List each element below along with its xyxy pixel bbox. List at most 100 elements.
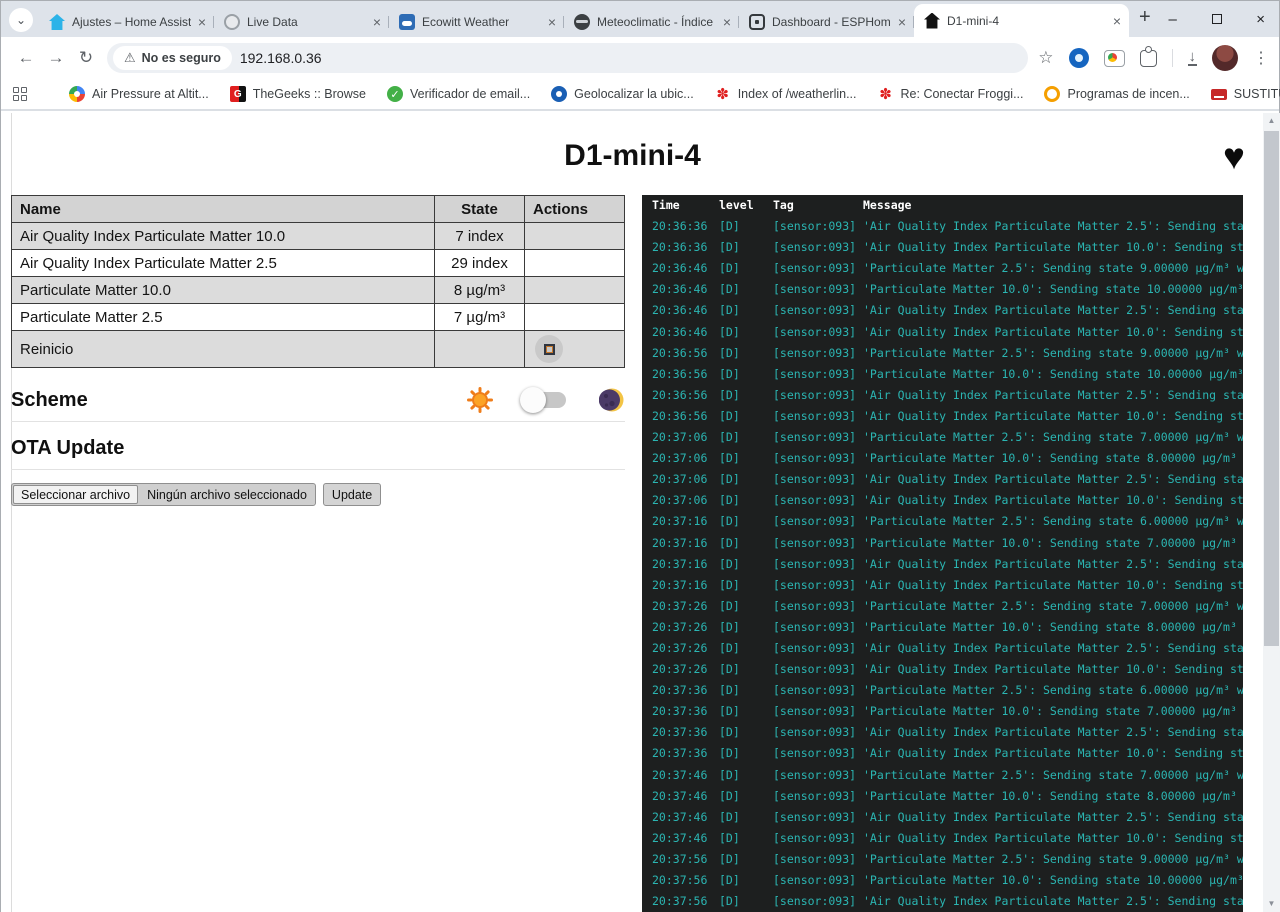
- minimize-button[interactable]: –: [1151, 1, 1195, 37]
- tab-close-icon[interactable]: ×: [373, 15, 381, 29]
- log-level: [D]: [719, 237, 773, 258]
- log-level: [D]: [719, 554, 773, 575]
- scheme-toggle[interactable]: [526, 392, 566, 408]
- bookmark-item[interactable]: SUSTITUCIÓN MOT...: [1211, 87, 1280, 101]
- browser-menu-icon[interactable]: ⋮: [1253, 48, 1269, 68]
- bookmark-item[interactable]: TheGeeks :: Browse: [230, 86, 366, 102]
- log-message: 'Particulate Matter 2.5': Sending state …: [863, 511, 1243, 532]
- log-tag: [sensor:093]: [773, 575, 863, 596]
- light-scheme-sun-icon[interactable]: [467, 387, 493, 413]
- log-time: 20:37:06: [652, 448, 719, 469]
- log-level: [D]: [719, 533, 773, 554]
- choose-file-button[interactable]: Seleccionar archivo: [13, 485, 138, 504]
- log-tag: [sensor:093]: [773, 364, 863, 385]
- back-button[interactable]: ←: [11, 48, 41, 68]
- log-time: 20:37:46: [652, 807, 719, 828]
- tab-favicon: [224, 14, 240, 30]
- page-scrollbar[interactable]: ▲ ▼: [1263, 113, 1280, 912]
- log-tag: [sensor:093]: [773, 533, 863, 554]
- tab-strip: ⌄ Ajustes – Home Assist × Live Data × Ec…: [1, 1, 1279, 37]
- log-row: 20:36:56 [D] [sensor:093] 'Particulate M…: [642, 343, 1243, 364]
- log-message: 'Particulate Matter 2.5': Sending state …: [863, 427, 1243, 448]
- log-row: 20:37:36 [D] [sensor:093] 'Air Quality I…: [642, 722, 1243, 743]
- tab-title: Ajustes – Home Assist: [72, 15, 191, 29]
- maximize-button[interactable]: [1195, 1, 1239, 37]
- tab-close-icon[interactable]: ×: [723, 15, 731, 29]
- reload-button[interactable]: ↻: [71, 48, 101, 68]
- address-bar[interactable]: ⚠ No es seguro 192.168.0.36: [107, 43, 1028, 73]
- log-level: [D]: [719, 406, 773, 427]
- bookmark-item[interactable]: Programas de incen...: [1044, 86, 1189, 102]
- scrollbar-up-arrow[interactable]: ▲: [1263, 113, 1280, 129]
- extensions-puzzle-icon[interactable]: [1140, 50, 1157, 67]
- apps-grid-icon[interactable]: [13, 87, 27, 101]
- log-row: 20:37:06 [D] [sensor:093] 'Air Quality I…: [642, 469, 1243, 490]
- log-row: 20:36:46 [D] [sensor:093] 'Air Quality I…: [642, 300, 1243, 321]
- log-console[interactable]: Time level Tag Message 20:36:36 [D] [sen…: [642, 195, 1243, 912]
- new-tab-button[interactable]: +: [1139, 6, 1151, 29]
- scheme-toggle-knob[interactable]: [520, 387, 546, 413]
- log-tag: [sensor:093]: [773, 237, 863, 258]
- bookmark-item[interactable]: Verificador de email...: [387, 86, 530, 102]
- log-message: 'Air Quality Index Particulate Matter 2.…: [863, 469, 1243, 490]
- log-message: 'Air Quality Index Particulate Matter 10…: [863, 659, 1243, 680]
- log-tag: [sensor:093]: [773, 322, 863, 343]
- bookmark-item[interactable]: Index of /weatherlin...: [715, 86, 857, 102]
- forward-button[interactable]: →: [41, 48, 71, 68]
- tab-search-button[interactable]: ⌄: [9, 8, 33, 32]
- log-tag: [sensor:093]: [773, 511, 863, 532]
- browser-tab[interactable]: D1-mini-4 ×: [914, 4, 1129, 37]
- security-chip[interactable]: ⚠ No es seguro: [113, 46, 232, 70]
- downloads-icon[interactable]: ↓: [1188, 50, 1198, 66]
- bookmark-item[interactable]: Air Pressure at Altit...: [69, 86, 209, 102]
- log-tag: [sensor:093]: [773, 638, 863, 659]
- log-row: 20:36:56 [D] [sensor:093] 'Particulate M…: [642, 364, 1243, 385]
- log-tag: [sensor:093]: [773, 891, 863, 912]
- bookmark-item[interactable]: Geolocalizar la ubic...: [551, 86, 694, 102]
- table-row: Particulate Matter 10.0 8 µg/m³: [12, 277, 625, 304]
- dark-scheme-moon-icon[interactable]: [599, 387, 625, 413]
- log-message: 'Air Quality Index Particulate Matter 10…: [863, 828, 1243, 849]
- tab-close-icon[interactable]: ×: [1113, 14, 1121, 28]
- log-row: 20:37:26 [D] [sensor:093] 'Air Quality I…: [642, 659, 1243, 680]
- log-time: 20:36:36: [652, 216, 719, 237]
- log-message: 'Particulate Matter 2.5': Sending state …: [863, 258, 1243, 279]
- log-tag: [sensor:093]: [773, 870, 863, 891]
- log-tag: [sensor:093]: [773, 786, 863, 807]
- close-window-button[interactable]: ×: [1239, 1, 1280, 37]
- browser-tab[interactable]: Meteoclimatic - Índice ×: [564, 7, 739, 37]
- scrollbar-thumb[interactable]: [1264, 131, 1279, 646]
- tab-close-icon[interactable]: ×: [898, 15, 906, 29]
- log-row: 20:37:26 [D] [sensor:093] 'Particulate M…: [642, 617, 1243, 638]
- log-time: 20:37:16: [652, 533, 719, 554]
- profile-avatar[interactable]: [1212, 45, 1238, 71]
- browser-tab[interactable]: Ecowitt Weather ×: [389, 7, 564, 37]
- scrollbar-down-arrow[interactable]: ▼: [1263, 896, 1280, 912]
- browser-toolbar: ← → ↻ ⚠ No es seguro 192.168.0.36 ☆ ↓ ⋮: [1, 37, 1279, 79]
- extension-icon-blue[interactable]: [1069, 48, 1089, 68]
- log-time: 20:37:16: [652, 554, 719, 575]
- bookmark-star-icon[interactable]: ☆: [1038, 48, 1053, 68]
- tab-close-icon[interactable]: ×: [548, 15, 556, 29]
- bookmark-label: Air Pressure at Altit...: [92, 87, 209, 101]
- log-tag: [sensor:093]: [773, 828, 863, 849]
- update-button[interactable]: Update: [323, 483, 381, 506]
- log-row: 20:37:16 [D] [sensor:093] 'Particulate M…: [642, 511, 1243, 532]
- file-input[interactable]: Seleccionar archivo Ningún archivo selec…: [11, 483, 316, 506]
- window-controls: – ×: [1151, 1, 1280, 37]
- sensor-table: Name State Actions Air Quality Index Par…: [11, 195, 625, 368]
- sensor-name: Air Quality Index Particulate Matter 10.…: [12, 223, 435, 250]
- log-level: [D]: [719, 786, 773, 807]
- tab-close-icon[interactable]: ×: [198, 15, 206, 29]
- log-level: [D]: [719, 322, 773, 343]
- toolbar-separator: [1172, 49, 1173, 67]
- log-time: 20:36:56: [652, 406, 719, 427]
- extension-icon-colorful[interactable]: [1104, 50, 1125, 67]
- browser-tab[interactable]: Dashboard - ESPHom ×: [739, 7, 914, 37]
- restart-button[interactable]: [535, 335, 563, 363]
- bookmark-label: Programas de incen...: [1067, 87, 1189, 101]
- browser-tab[interactable]: Ajustes – Home Assist ×: [39, 7, 214, 37]
- bookmark-item[interactable]: Re: Conectar Froggi...: [878, 86, 1024, 102]
- bookmarks-bar: Air Pressure at Altit... TheGeeks :: Bro…: [1, 79, 1279, 111]
- browser-tab[interactable]: Live Data ×: [214, 7, 389, 37]
